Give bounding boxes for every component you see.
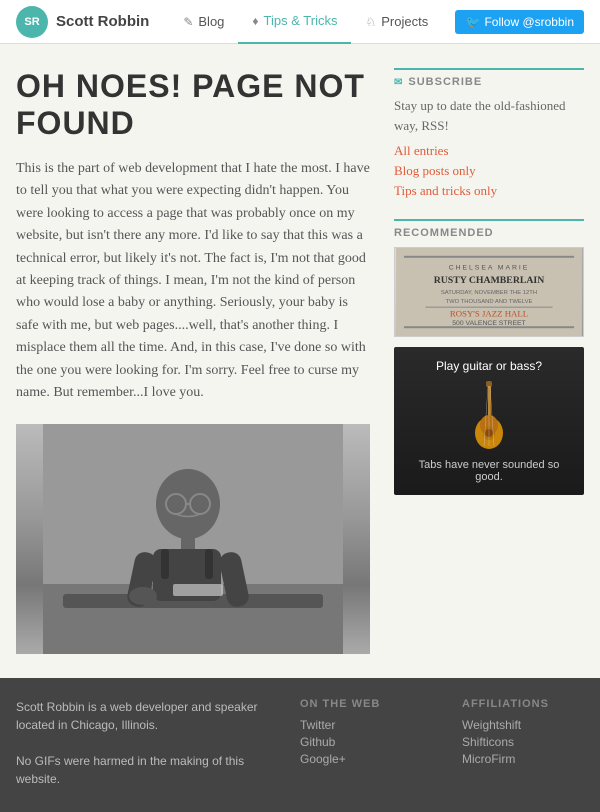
footer-affiliations: AFFILIATIONS Weightshift Shifticons Micr… [462, 698, 584, 792]
content-area: OH NOES! PAGE NOT FOUND This is the part… [16, 68, 370, 654]
subscribe-all-link[interactable]: All entries [394, 143, 584, 159]
guitar-icon-wrapper [406, 381, 572, 451]
logo-area[interactable]: SR Scott Robbin [16, 6, 149, 38]
site-header: SR Scott Robbin ✎ Blog ♦ Tips & Tricks ♘… [0, 0, 600, 44]
guitar-icon [464, 381, 514, 451]
subscribe-blog-link[interactable]: Blog posts only [394, 163, 584, 179]
404-image [16, 424, 370, 654]
guitar-ad[interactable]: Play guitar or bass? [394, 347, 584, 495]
main-nav: ✎ Blog ♦ Tips & Tricks ♘ Projects [169, 0, 455, 44]
svg-text:CHELSEA MARIE: CHELSEA MARIE [449, 265, 529, 272]
recommended-image[interactable]: CHELSEA MARIE RUSTY CHAMBERLAIN SATURDAY… [394, 247, 584, 337]
guitar-ad-title: Play guitar or bass? [406, 359, 572, 373]
footer-bio-line2: No GIFs were harmed in the making of thi… [16, 752, 260, 788]
site-footer: Scott Robbin is a web developer and spea… [0, 678, 600, 812]
footer-inner: Scott Robbin is a web developer and spea… [16, 698, 584, 792]
main-wrapper: OH NOES! PAGE NOT FOUND This is the part… [0, 44, 600, 678]
subscribe-tips-link[interactable]: Tips and tricks only [394, 183, 584, 199]
logo-circle: SR [16, 6, 48, 38]
projects-icon: ♘ [365, 15, 376, 29]
footer-on-the-web-title: ON THE WEB [300, 698, 422, 710]
nav-projects[interactable]: ♘ Projects [351, 0, 442, 44]
svg-text:TWO THOUSAND AND TWELVE: TWO THOUSAND AND TWELVE [446, 299, 533, 305]
tips-icon: ♦ [252, 14, 258, 28]
image-placeholder [16, 424, 370, 654]
follow-label: Follow @srobbin [484, 15, 574, 29]
footer-twitter-link[interactable]: Twitter [300, 718, 422, 732]
child-image-svg [43, 424, 343, 654]
sidebar: ✉ SUBSCRIBE Stay up to date the old-fash… [394, 68, 584, 654]
follow-button[interactable]: 🐦 Follow @srobbin [455, 10, 584, 34]
footer-on-the-web: ON THE WEB Twitter Github Google+ [300, 698, 422, 792]
footer-google-link[interactable]: Google+ [300, 752, 422, 766]
footer-weightshift-link[interactable]: Weightshift [462, 718, 584, 732]
recommended-image-overlay: CHELSEA MARIE RUSTY CHAMBERLAIN SATURDAY… [395, 248, 583, 336]
subscribe-title: ✉ SUBSCRIBE [394, 68, 584, 88]
nav-blog-label: Blog [198, 14, 224, 29]
guitar-ad-subtitle: Tabs have never sounded so good. [406, 459, 572, 483]
subscribe-description: Stay up to date the old-fashioned way, R… [394, 96, 584, 135]
svg-text:ROSY'S JAZZ HALL: ROSY'S JAZZ HALL [450, 308, 528, 318]
recommended-title: RECOMMENDED [394, 219, 584, 239]
footer-github-link[interactable]: Github [300, 735, 422, 749]
poster-svg: CHELSEA MARIE RUSTY CHAMBERLAIN SATURDAY… [394, 248, 584, 336]
subscribe-icon: ✉ [394, 77, 403, 88]
recommended-section: RECOMMENDED CHELSEA MARIE RUSTY CHAMBERL… [394, 219, 584, 495]
nav-blog[interactable]: ✎ Blog [169, 0, 238, 44]
nav-tips[interactable]: ♦ Tips & Tricks [238, 0, 351, 44]
subscribe-section: ✉ SUBSCRIBE Stay up to date the old-fash… [394, 68, 584, 199]
site-name: Scott Robbin [56, 13, 149, 30]
twitter-icon: 🐦 [465, 15, 480, 29]
nav-tips-label: Tips & Tricks [264, 13, 338, 28]
svg-text:SATURDAY, NOVEMBER THE 12TH: SATURDAY, NOVEMBER THE 12TH [441, 290, 537, 296]
footer-affiliations-title: AFFILIATIONS [462, 698, 584, 710]
svg-text:500 VALENCE STREET: 500 VALENCE STREET [452, 320, 526, 327]
page-title: OH NOES! PAGE NOT FOUND [16, 68, 370, 142]
svg-text:RUSTY CHAMBERLAIN: RUSTY CHAMBERLAIN [434, 275, 545, 286]
footer-bio-line1: Scott Robbin is a web developer and spea… [16, 698, 260, 734]
footer-shifticons-link[interactable]: Shifticons [462, 735, 584, 749]
page-body-text: This is the part of web development that… [16, 158, 370, 404]
footer-microfirm-link[interactable]: MicroFirm [462, 752, 584, 766]
footer-bio: Scott Robbin is a web developer and spea… [16, 698, 260, 792]
nav-projects-label: Projects [381, 14, 428, 29]
blog-icon: ✎ [183, 15, 193, 29]
